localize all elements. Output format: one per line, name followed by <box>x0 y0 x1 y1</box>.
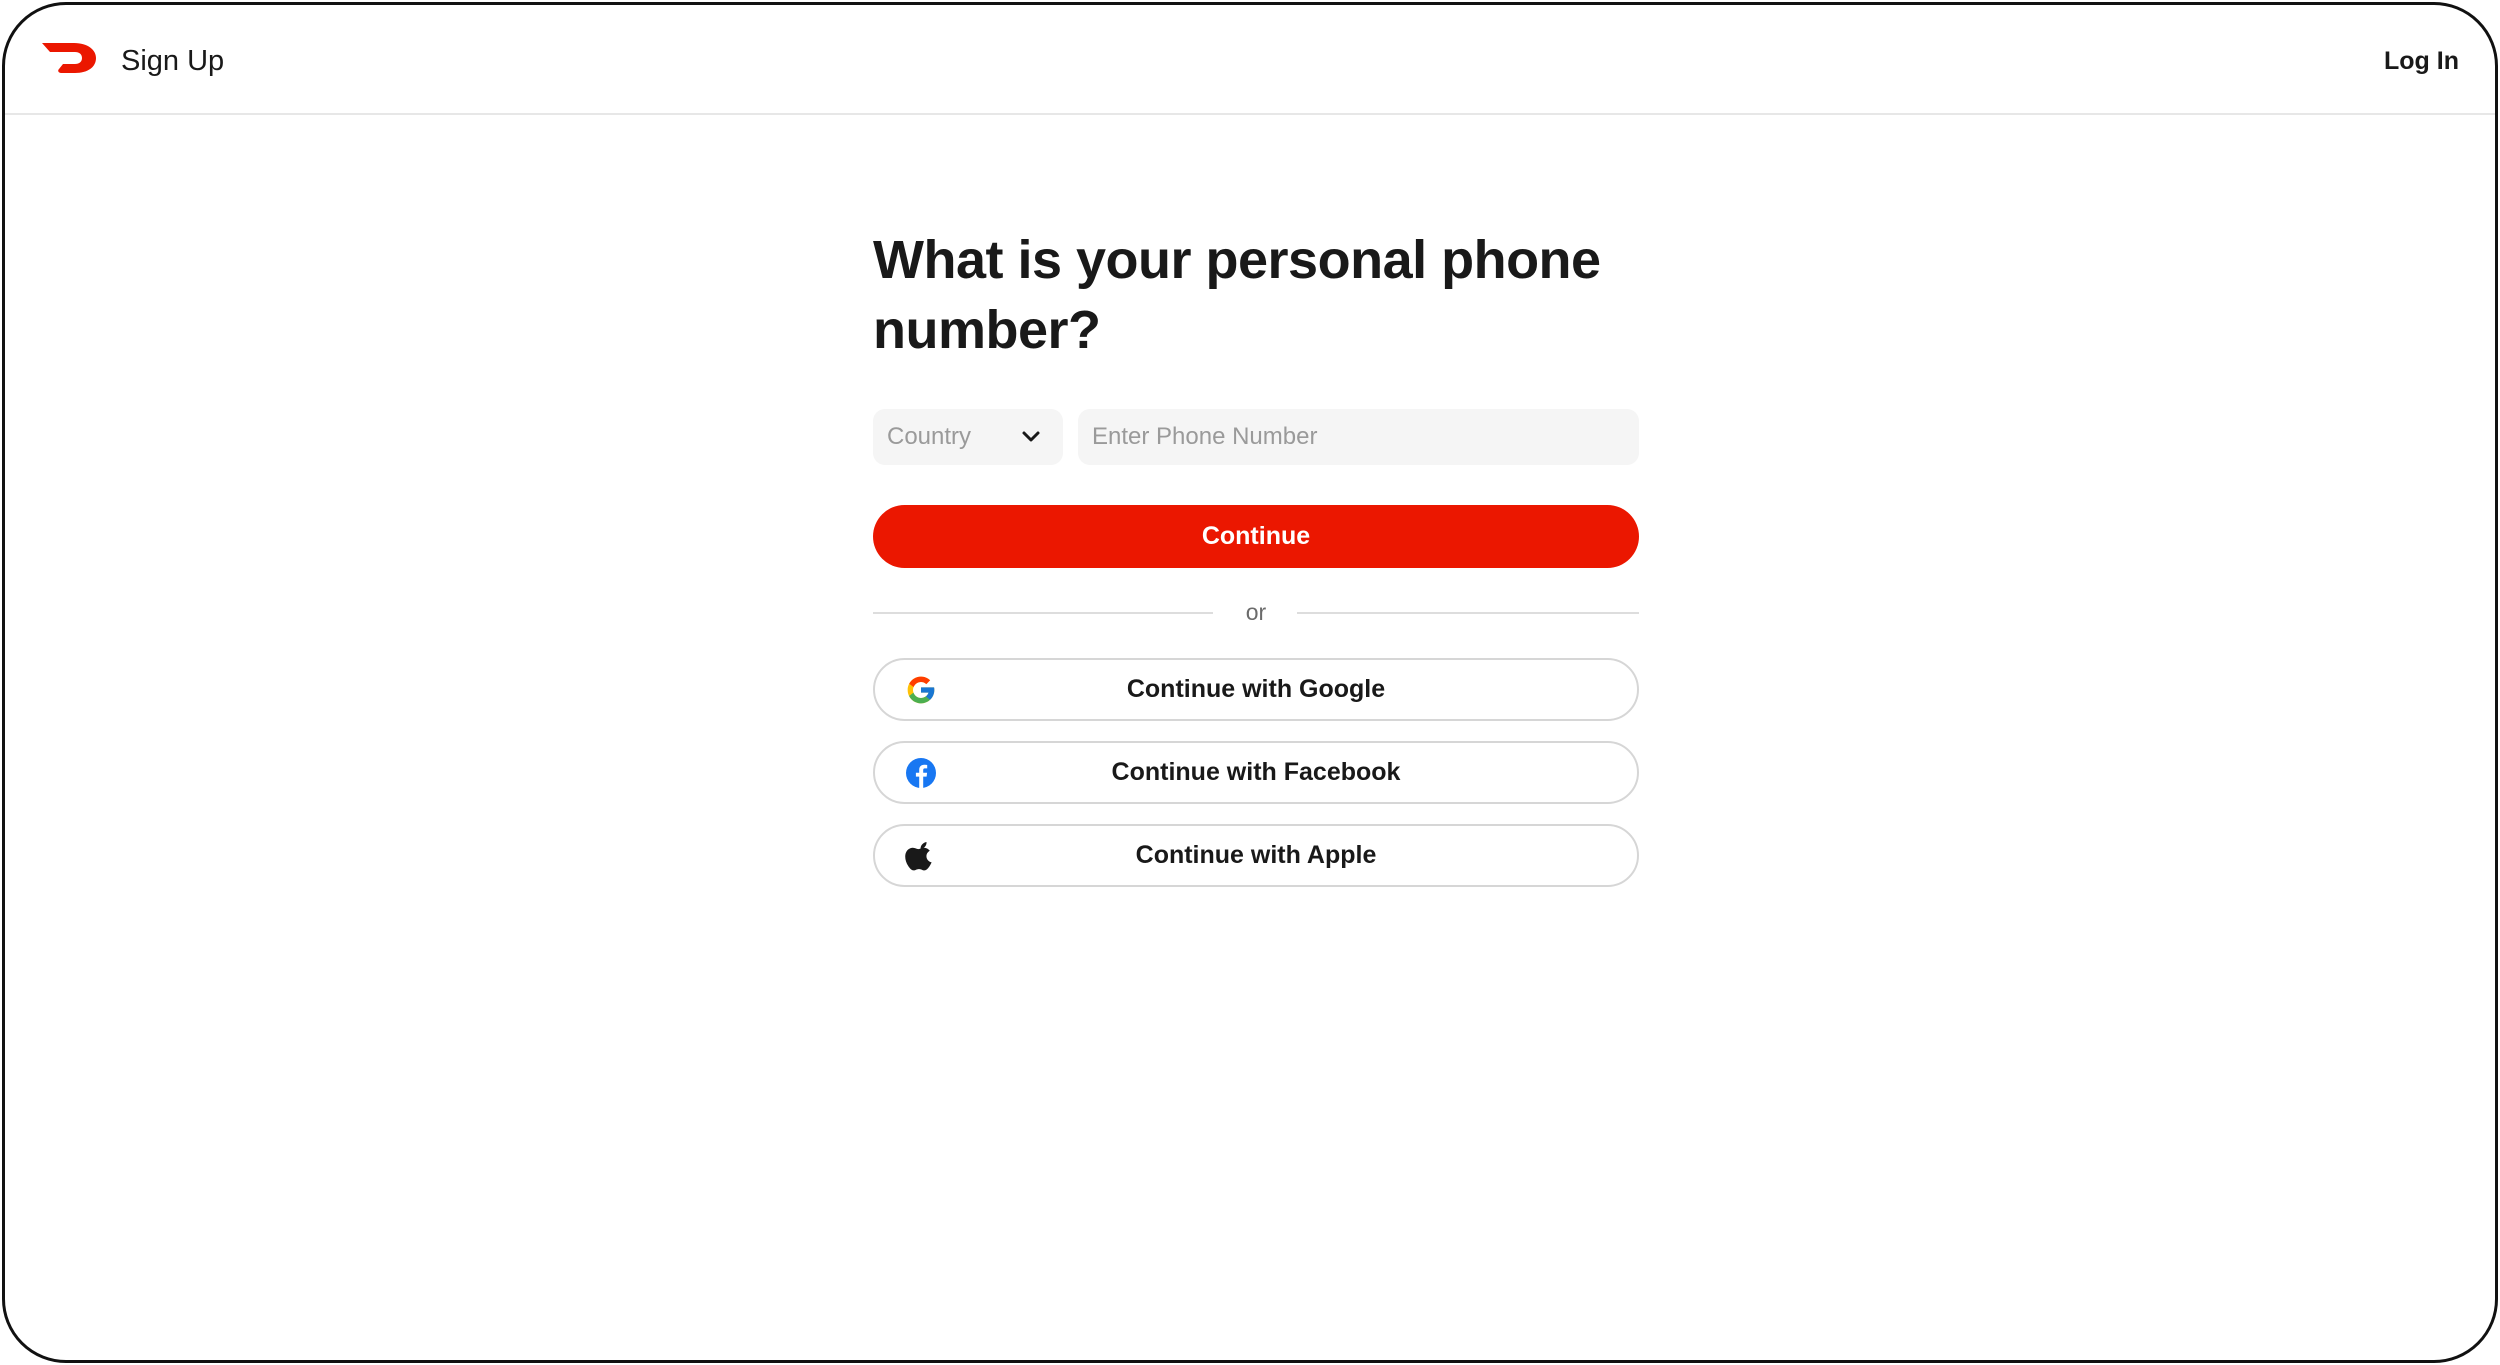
google-button-label: Continue with Google <box>1126 675 1386 703</box>
app-window: Sign Up Log In What is your personal pho… <box>2 2 2498 1363</box>
doordash-logo-icon[interactable] <box>41 41 97 75</box>
phone-row: Country <box>873 409 1639 465</box>
country-placeholder: Country <box>887 423 972 450</box>
phone-number-input[interactable] <box>1078 409 1639 465</box>
signup-form: What is your personal phone number? Coun… <box>873 225 1639 887</box>
chevron-down-icon <box>1022 431 1040 442</box>
continue-with-google-button[interactable]: Continue with Google <box>873 658 1639 721</box>
page-title: What is your personal phone number? <box>873 230 1601 360</box>
facebook-button-label: Continue with Facebook <box>1111 758 1401 786</box>
country-select[interactable]: Country <box>873 409 1063 465</box>
apple-button-label: Continue with Apple <box>1135 841 1377 869</box>
page-header-title: Sign Up <box>121 45 225 77</box>
continue-button[interactable]: Continue <box>873 505 1639 568</box>
or-divider: or <box>873 597 1639 627</box>
continue-with-apple-button[interactable]: Continue with Apple <box>873 824 1639 887</box>
log-in-link[interactable]: Log In <box>2384 42 2459 80</box>
divider-line-right <box>1297 612 1639 614</box>
continue-with-facebook-button[interactable]: Continue with Facebook <box>873 741 1639 804</box>
top-header: Sign Up Log In <box>5 5 2495 115</box>
